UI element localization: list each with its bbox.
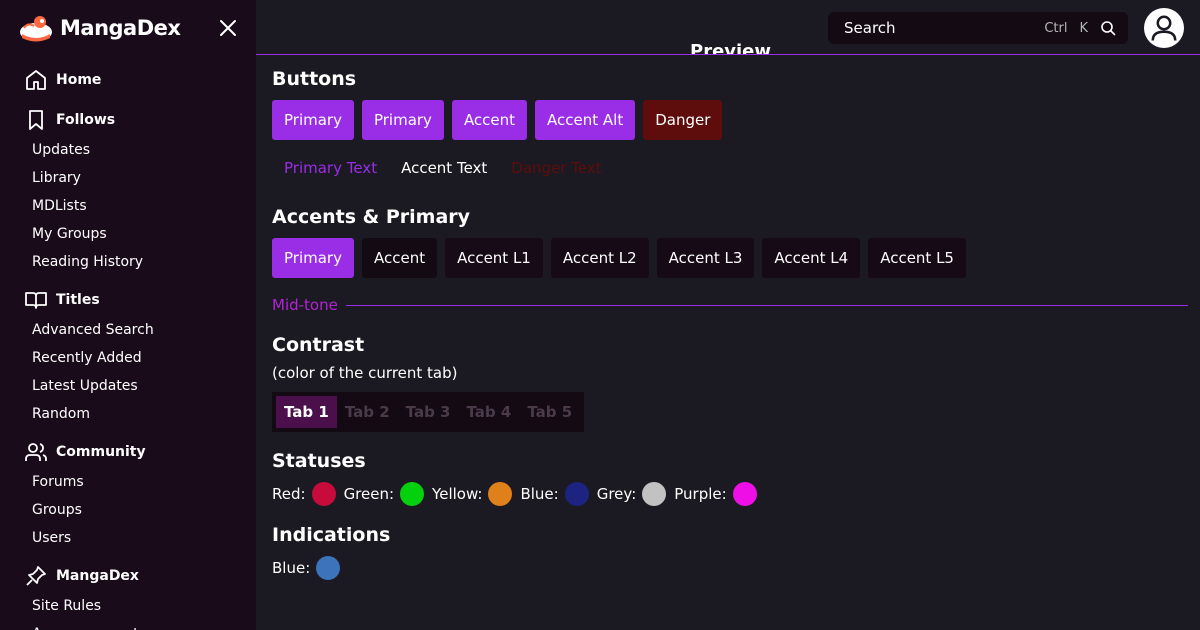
nav-item-library[interactable]: Library (0, 164, 256, 192)
main-content: Buttons Primary Primary Accent Accent Al… (272, 56, 1188, 580)
topbar: Preview Search Ctrl K (256, 0, 1200, 55)
nav-item-forums[interactable]: Forums (0, 468, 256, 496)
tab-2[interactable]: Tab 2 (337, 396, 398, 428)
mangadex-logo-icon (20, 16, 52, 42)
nav-item-recently-added[interactable]: Recently Added (0, 344, 256, 372)
danger-text-button[interactable]: Danger Text (499, 159, 613, 177)
accent-button[interactable]: Accent (451, 100, 528, 140)
status-label-purple: Purple: (674, 485, 727, 503)
nav-section-home[interactable]: Home (0, 64, 256, 96)
nav-item-latest-updates[interactable]: Latest Updates (0, 372, 256, 400)
user-avatar-button[interactable] (1144, 8, 1184, 48)
status-label-yellow: Yellow: (432, 485, 483, 503)
shortcut-key: K (1079, 20, 1088, 36)
search-icon[interactable] (1100, 20, 1116, 36)
nav-section-follows[interactable]: Follows (0, 104, 256, 136)
tab-1[interactable]: Tab 1 (276, 396, 337, 428)
accent-primary-swatch[interactable]: Primary (272, 238, 354, 278)
section-title-accents: Accents & Primary (272, 206, 471, 228)
preview-heading: Preview (690, 41, 772, 54)
accent-l5-swatch[interactable]: Accent L5 (868, 238, 966, 278)
section-title-indications: Indications (272, 524, 391, 546)
nav-section-label: MangaDex (56, 568, 139, 584)
accent-l2-swatch[interactable]: Accent L2 (550, 238, 649, 278)
accents-row: Primary Accent Accent L1 Accent L2 Accen… (272, 238, 1188, 278)
primary-text-button[interactable]: Primary Text (272, 159, 389, 177)
primary-button-2[interactable]: Primary (361, 100, 444, 140)
brand-name: MangaDex (60, 16, 181, 40)
status-label-grey: Grey: (596, 485, 637, 503)
tab-4[interactable]: Tab 4 (458, 396, 519, 428)
primary-button[interactable]: Primary (272, 100, 354, 140)
accent-swatch[interactable]: Accent (361, 238, 438, 278)
bookmark-icon (29, 110, 43, 130)
pin-icon (26, 566, 46, 586)
nav-section-titles[interactable]: Titles (0, 284, 256, 316)
nav-item-announcements[interactable]: Announcements (0, 620, 256, 630)
indications-row: Blue: (272, 556, 1188, 580)
nav-section-label: Titles (56, 292, 100, 308)
status-dot-yellow (488, 482, 513, 506)
nav-item-groups[interactable]: Groups (0, 496, 256, 524)
accent-l3-swatch[interactable]: Accent L3 (656, 238, 755, 278)
indication-dot-blue (316, 556, 341, 580)
nav-section-label: Community (56, 444, 146, 460)
section-title-contrast: Contrast (272, 334, 365, 356)
contrast-tabs: Tab 1 Tab 2 Tab 3 Tab 4 Tab 5 (272, 392, 585, 432)
nav-item-random[interactable]: Random (0, 400, 256, 428)
status-label-red: Red: (272, 485, 306, 503)
nav-section-mangadex[interactable]: MangaDex (0, 560, 256, 592)
nav-item-reading-history[interactable]: Reading History (0, 248, 256, 276)
indication-label-blue: Blue: (272, 559, 311, 577)
midtone-label: Mid-tone (272, 296, 338, 314)
text-buttons-row: Primary Text Accent Text Danger Text (272, 148, 1188, 188)
nav-item-my-groups[interactable]: My Groups (0, 220, 256, 248)
search-bar[interactable]: Search Ctrl K (828, 12, 1128, 44)
shortcut-ctrl: Ctrl (1044, 20, 1068, 36)
close-icon (220, 20, 236, 36)
nav-item-site-rules[interactable]: Site Rules (0, 592, 256, 620)
sidebar: MangaDex Home Follows Updates Library MD… (0, 0, 256, 630)
accent-l4-swatch[interactable]: Accent L4 (762, 238, 861, 278)
users-icon (25, 443, 47, 461)
accent-l1-swatch[interactable]: Accent L1 (445, 238, 543, 278)
nav-item-mdlists[interactable]: MDLists (0, 192, 256, 220)
accent-alt-button[interactable]: Accent Alt (535, 100, 636, 140)
status-label-blue: Blue: (520, 485, 559, 503)
statuses-row: Red: Green: Yellow: Blue: Grey: Purple: (272, 482, 1188, 506)
nav-item-advanced-search[interactable]: Advanced Search (0, 316, 256, 344)
home-icon (26, 70, 46, 90)
book-open-icon (25, 292, 47, 309)
section-title-buttons: Buttons (272, 68, 357, 90)
midtone-line (345, 304, 1188, 306)
status-dot-blue (564, 482, 589, 506)
nav-item-users[interactable]: Users (0, 524, 256, 552)
nav-section-label: Follows (56, 112, 116, 128)
section-title-statuses: Statuses (272, 450, 366, 472)
user-icon (1151, 15, 1177, 41)
nav-item-updates[interactable]: Updates (0, 136, 256, 164)
nav-section-label: Home (56, 72, 102, 88)
search-input[interactable]: Search (844, 19, 1044, 37)
tab-3[interactable]: Tab 3 (398, 396, 459, 428)
status-dot-green (400, 482, 425, 506)
danger-button[interactable]: Danger (643, 100, 723, 140)
status-dot-purple (732, 482, 757, 506)
status-dot-grey (642, 482, 667, 506)
buttons-row: Primary Primary Accent Accent Alt Danger (272, 100, 1188, 140)
sidebar-nav: Home Follows Updates Library MDLists My … (0, 62, 256, 630)
nav-section-community[interactable]: Community (0, 436, 256, 468)
close-sidebar-button[interactable] (216, 16, 240, 40)
status-dot-red (311, 482, 336, 506)
tab-5[interactable]: Tab 5 (519, 396, 580, 428)
contrast-subtitle: (color of the current tab) (272, 364, 458, 382)
status-label-green: Green: (343, 485, 395, 503)
accent-text-button[interactable]: Accent Text (389, 159, 499, 177)
midtone-divider: Mid-tone (272, 296, 1188, 314)
brand-logo[interactable]: MangaDex (18, 12, 181, 44)
